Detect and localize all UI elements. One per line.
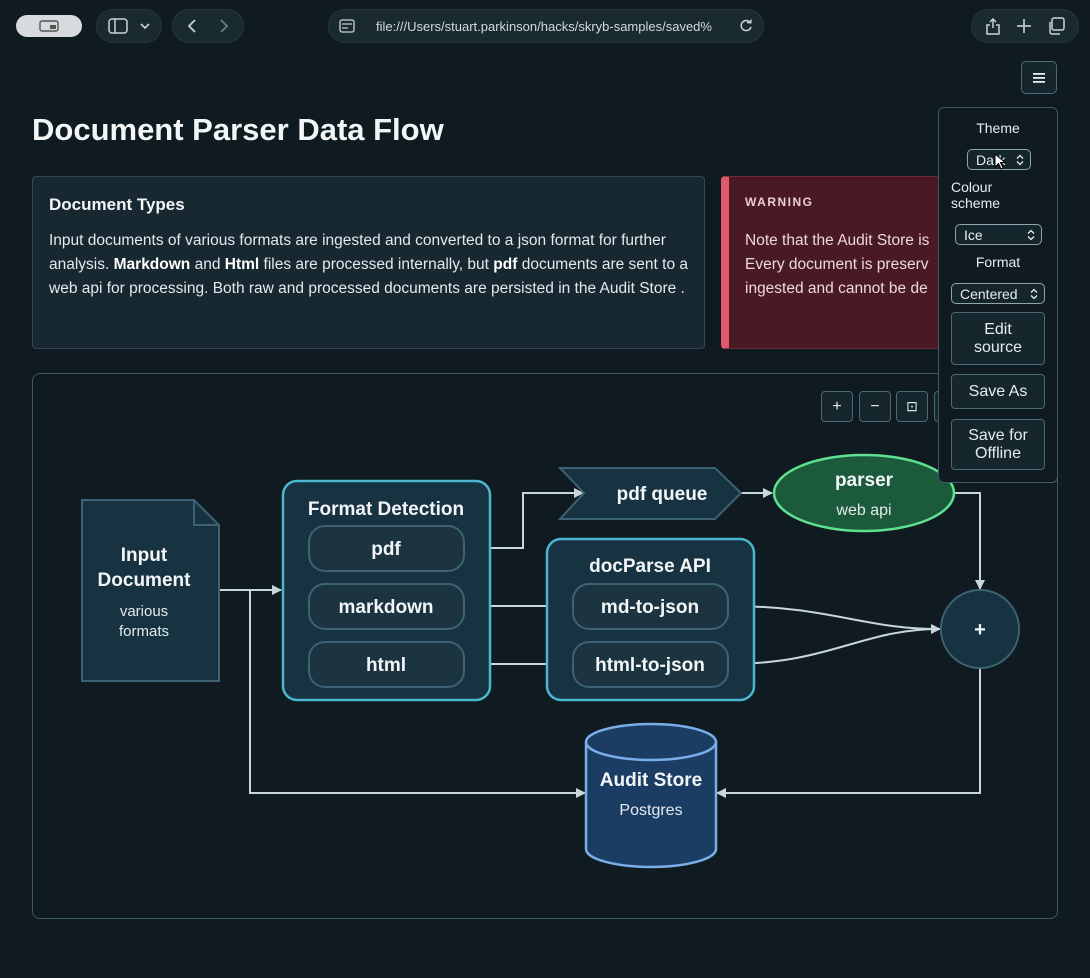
- pdf-queue-node[interactable]: pdf queue: [557, 467, 743, 520]
- format-select[interactable]: Centered: [951, 283, 1045, 304]
- colour-label-line-1: Colour: [951, 179, 993, 195]
- tab-overview-icon[interactable]: [1047, 17, 1065, 35]
- save-as-button[interactable]: Save As: [951, 374, 1045, 409]
- fd-html-node[interactable]: html: [308, 641, 465, 688]
- md-to-json-node[interactable]: md-to-json: [572, 583, 729, 630]
- reload-icon[interactable]: [739, 19, 753, 33]
- new-tab-plus-icon[interactable]: [1016, 18, 1032, 34]
- join-label: +: [974, 619, 986, 641]
- pdf-queue-label: pdf queue: [617, 484, 708, 505]
- input-document-sub-2: formats: [119, 623, 169, 640]
- edit-source-line-1: Edit: [984, 320, 1012, 338]
- warning-line-1: Note that the Audit Store is: [745, 232, 930, 249]
- edge-html-json-to-join: [727, 628, 941, 665]
- share-icon[interactable]: [985, 17, 1001, 35]
- fd-html-label: html: [366, 655, 406, 676]
- input-document-node[interactable]: Input Document various formats: [81, 499, 220, 682]
- colour-scheme-label: Colour scheme: [951, 179, 1000, 211]
- parser-sub: web api: [835, 502, 891, 519]
- window-tab-indicator[interactable]: [16, 15, 82, 37]
- updown-chevron-icon: [1030, 288, 1038, 300]
- settings-menu-button[interactable]: [1021, 61, 1057, 94]
- url-text[interactable]: file:///Users/stuart.parkinson/hacks/skr…: [363, 19, 731, 34]
- card-body: Input documents of various formats are i…: [49, 229, 688, 301]
- tab-icon: [39, 20, 59, 32]
- fd-pdf-label: pdf: [371, 539, 401, 560]
- edge-md-json-to-join: [727, 605, 941, 634]
- save-offline-line-1: Save for: [968, 426, 1028, 444]
- sidebar-toggle-group: [96, 9, 162, 43]
- mouse-cursor-icon: [994, 153, 1006, 171]
- updown-chevron-icon: [1027, 229, 1035, 241]
- forward-arrow-icon[interactable]: [219, 18, 229, 34]
- docparse-api-group[interactable]: docParse API md-to-json html-to-json: [545, 537, 756, 702]
- zoom-in-button[interactable]: +: [821, 391, 853, 422]
- audit-store-node[interactable]: Audit Store Postgres: [584, 722, 718, 869]
- format-label: Format: [975, 254, 1021, 270]
- colour-scheme-select[interactable]: Ice: [955, 224, 1042, 245]
- format-detection-group[interactable]: Format Detection pdf markdown html: [281, 479, 492, 702]
- warning-line-3: ingested and cannot be de: [745, 280, 928, 297]
- page-settings-icon[interactable]: [339, 19, 355, 33]
- diagram-canvas[interactable]: Input Document various formats Format De…: [32, 373, 1058, 919]
- flow-diagram: Input Document various formats Format De…: [81, 453, 1020, 869]
- updown-chevron-icon: [1016, 154, 1024, 166]
- colour-label-line-2: scheme: [951, 195, 1001, 211]
- parser-label: parser: [835, 470, 894, 491]
- text-segment: files are processed internally, but: [259, 256, 494, 273]
- edit-source-line-2: source: [973, 338, 1023, 356]
- colour-select-value: Ice: [964, 226, 983, 243]
- chevron-down-icon[interactable]: [140, 22, 150, 30]
- audit-store-sub: Postgres: [619, 802, 682, 819]
- input-document-label: Input: [121, 545, 168, 566]
- zoom-out-button[interactable]: −: [859, 391, 891, 422]
- html-to-json-node[interactable]: html-to-json: [572, 641, 729, 688]
- hamburger-icon: [1033, 72, 1045, 83]
- fit-view-button[interactable]: ⊡: [896, 391, 928, 422]
- input-document-label-2: Document: [98, 570, 192, 591]
- theme-label: Theme: [976, 120, 1020, 136]
- fd-markdown-label: markdown: [338, 597, 433, 618]
- format-select-value: Centered: [960, 285, 1018, 302]
- bold-html: Html: [224, 256, 260, 273]
- format-detection-label: Format Detection: [308, 499, 464, 520]
- html-to-json-label: html-to-json: [595, 655, 705, 676]
- md-to-json-label: md-to-json: [601, 597, 699, 618]
- text-segment: and: [190, 256, 225, 273]
- toolbar-actions-group: [971, 9, 1079, 43]
- card-heading: Document Types: [49, 195, 185, 214]
- bold-markdown: Markdown: [113, 256, 191, 273]
- audit-store-label: Audit Store: [600, 770, 702, 791]
- warning-title: WARNING: [745, 195, 814, 209]
- parser-node[interactable]: parser web api: [772, 453, 956, 533]
- edge-parser-to-join: [954, 492, 985, 590]
- nav-button-group: [172, 9, 244, 43]
- address-bar[interactable]: file:///Users/stuart.parkinson/hacks/skr…: [328, 9, 764, 43]
- document-types-card: Document Types Input documents of variou…: [32, 176, 705, 349]
- page-title: Document Parser Data Flow: [32, 112, 444, 147]
- save-offline-button[interactable]: Save for Offline: [951, 419, 1045, 470]
- edit-source-button[interactable]: Edit source: [951, 312, 1045, 365]
- warning-line-2: Every document is preserv: [745, 256, 929, 273]
- sidebar-icon[interactable]: [108, 18, 128, 34]
- back-arrow-icon[interactable]: [187, 18, 197, 34]
- fd-pdf-node[interactable]: pdf: [308, 525, 465, 572]
- bold-pdf: pdf: [493, 256, 518, 273]
- edge-join-to-audit: [716, 668, 981, 798]
- docparse-label: docParse API: [589, 556, 711, 577]
- input-document-sub: various: [120, 603, 168, 620]
- settings-panel: Theme Dark Colour scheme Ice Format Cent…: [938, 107, 1058, 483]
- fd-markdown-node[interactable]: markdown: [308, 583, 465, 630]
- browser-toolbar: file:///Users/stuart.parkinson/hacks/skr…: [0, 0, 1090, 54]
- join-node[interactable]: +: [940, 589, 1020, 669]
- save-offline-line-2: Offline: [975, 444, 1021, 462]
- warning-card: WARNING Note that the Audit Store is Eve…: [721, 176, 951, 349]
